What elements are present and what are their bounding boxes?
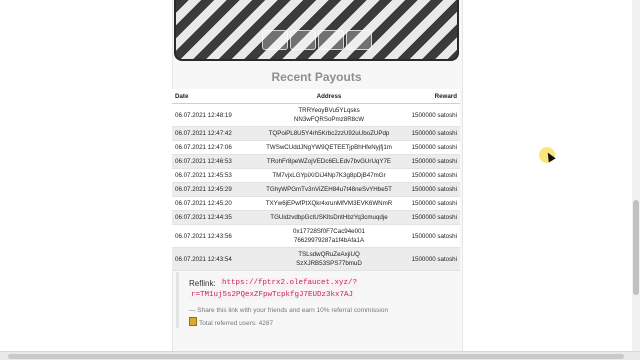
payout-date: 06.07.2021 12:47:06 — [172, 140, 256, 155]
horizontal-scrollbar[interactable] — [0, 351, 640, 360]
payout-reward: 1500000 satoshi — [402, 103, 460, 127]
captcha-image — [174, 0, 459, 61]
column-header-reward: Reward — [402, 89, 460, 104]
payout-date: 06.07.2021 12:45:20 — [172, 196, 256, 211]
payout-date: 06.07.2021 12:44:35 — [172, 210, 256, 225]
horizontal-scroll-thumb[interactable] — [8, 354, 624, 359]
payout-reward: 1500000 satoshi — [402, 168, 460, 183]
payout-date: 06.07.2021 12:43:56 — [172, 224, 256, 248]
payout-address: TQPoiPL8U5Y4rh5Krbc2zzU92uUboZUPdp — [256, 126, 402, 141]
payout-date: 06.07.2021 12:45:29 — [172, 182, 256, 197]
payout-address: TGhyWPGmTv3nViZEH84u7t48neSvYHbe5T — [256, 182, 402, 197]
payout-reward: 1500000 satoshi — [402, 140, 460, 155]
table-row: 06.07.2021 12:43:56 0x17728Sf0F7Cac94e00… — [172, 224, 460, 248]
referral-note: — Share this link with your friends and … — [189, 307, 389, 314]
captcha-option-3[interactable] — [318, 30, 344, 50]
payouts-table: Date Address Reward 06.07.2021 12:48:19 … — [172, 89, 460, 271]
payout-reward: 1500000 satoshi — [402, 224, 460, 248]
captcha-option-2[interactable] — [290, 30, 316, 50]
table-row: 06.07.2021 12:44:35 TGUidzvdbpGctUSKltsD… — [172, 210, 460, 225]
coin-icon — [189, 317, 197, 326]
payout-address: TSLsdwQRuZeAxjiUQ SzXJRB53SPS77bmuD — [256, 247, 402, 271]
recent-payouts-title: Recent Payouts — [271, 70, 362, 84]
payout-date: 06.07.2021 12:45:53 — [172, 168, 256, 183]
payout-address-line: SzXJRB53SPS77bmuD — [296, 260, 362, 267]
table-row: 06.07.2021 12:46:53 TRohFr8peWZojVEDc6EL… — [172, 154, 460, 169]
vertical-scrollbar[interactable] — [632, 0, 640, 351]
payout-reward: 1500000 satoshi — [402, 182, 460, 197]
payout-address: TGUidzvdbpGctUSKltsDntHbzYq3cmuqdje — [256, 210, 402, 225]
payout-address-line: TRRYeoyBVu5YLqsks — [298, 107, 360, 114]
table-row: 06.07.2021 12:47:42 TQPoiPL8U5Y4rh5Krbc2… — [172, 126, 460, 141]
reflink-label: Reflink: — [189, 279, 216, 288]
table-row: 06.07.2021 12:47:06 TWSwCUddJNgYW9QETEET… — [172, 140, 460, 155]
column-header-address: Address — [256, 89, 402, 104]
table-header-row: Date Address Reward — [172, 89, 460, 104]
payout-address: TM7vjxLGYpiXrDiJ4Np7K3g8pDjB47mGr — [256, 168, 402, 183]
payout-address: TXYw6jEPwfPtXQkr4xrunMfVM3EVK6WNmR — [256, 196, 402, 211]
payout-address-line: NN3wFQRSoPmz8R8cW — [293, 116, 365, 123]
payout-reward: 1500000 satoshi — [402, 247, 460, 271]
payout-reward: 1500000 satoshi — [402, 196, 460, 211]
payout-address: TWSwCUddJNgYW9QETEETjpBhHfeNyjfj1m — [256, 140, 402, 155]
referred-users-text: Total referred users: 4287 — [199, 320, 274, 327]
table-row: 06.07.2021 12:45:29 TGhyWPGmTv3nViZEH84u… — [172, 182, 460, 197]
payout-date: 06.07.2021 12:46:53 — [172, 154, 256, 169]
captcha-option-1[interactable] — [262, 30, 288, 50]
payout-address-line: 0x17728Sf0F7Cac94e001 — [293, 228, 365, 235]
payout-reward: 1500000 satoshi — [402, 154, 460, 169]
reflink-panel: Reflink: https://fptrx2.olefaucet.xyz/? … — [176, 272, 456, 328]
table-row: 06.07.2021 12:43:54 TSLsdwQRuZeAxjiUQ Sz… — [172, 247, 460, 271]
payout-date: 06.07.2021 12:47:42 — [172, 126, 256, 141]
payout-reward: 1500000 satoshi — [402, 210, 460, 225]
payout-address: TRohFr8peWZojVEDc6ELEdv7bvGUrUqY7E — [256, 154, 402, 169]
referred-users-count: Total referred users: 4287 — [189, 317, 273, 327]
payout-address-line: TSLsdwQRuZeAxjiUQ — [298, 251, 360, 258]
payout-address: TRRYeoyBVu5YLqsks NN3wFQRSoPmz8R8cW — [256, 103, 402, 127]
payout-date: 06.07.2021 12:48:19 — [172, 103, 256, 127]
payout-address-line: 76629979287a1f4bAfa1A — [293, 237, 365, 244]
payout-date: 06.07.2021 12:43:54 — [172, 247, 256, 271]
table-row: 06.07.2021 12:45:53 TM7vjxLGYpiXrDiJ4Np7… — [172, 168, 460, 183]
table-row: 06.07.2021 12:45:20 TXYw6jEPwfPtXQkr4xru… — [172, 196, 460, 211]
payout-reward: 1500000 satoshi — [402, 126, 460, 141]
column-header-date: Date — [172, 89, 256, 104]
vertical-scroll-thumb[interactable] — [633, 200, 639, 295]
captcha-option-4[interactable] — [346, 30, 372, 50]
table-row: 06.07.2021 12:48:19 TRRYeoyBVu5YLqsks NN… — [172, 103, 460, 127]
reflink-url[interactable]: https://fptrx2.olefaucet.xyz/? — [220, 278, 360, 288]
reflink-url-continued[interactable]: r=TM1uj5s2PQexZFpwTcpkfgJ7EUDz3kx7AJ — [189, 290, 356, 300]
payout-address: 0x17728Sf0F7Cac94e001 76629979287a1f4bAf… — [256, 224, 402, 248]
